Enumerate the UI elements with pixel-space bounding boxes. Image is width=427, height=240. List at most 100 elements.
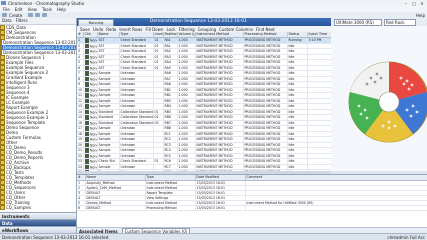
checkbox-icon[interactable] bbox=[84, 164, 89, 169]
table-cell[interactable]: None bbox=[83, 131, 98, 137]
table-cell[interactable]: None bbox=[83, 103, 98, 110]
tab-data[interactable]: Data bbox=[0, 18, 14, 24]
table-cell[interactable]: None bbox=[83, 120, 98, 126]
checkbox-icon[interactable] bbox=[84, 71, 89, 76]
table-cell[interactable]: Calibration Standard bbox=[119, 109, 154, 115]
table-cell[interactable]: None bbox=[83, 81, 98, 88]
left-pane-tabs: Data Filters bbox=[0, 18, 76, 25]
table-cell[interactable]: None bbox=[83, 98, 98, 104]
column-header[interactable]: Level bbox=[153, 32, 164, 38]
table-cell[interactable]: None bbox=[83, 164, 98, 170]
create-icon[interactable] bbox=[2, 13, 7, 17]
checkbox-icon[interactable] bbox=[84, 65, 89, 70]
user-status: chmadmin Full Acc bbox=[387, 234, 425, 240]
checkbox-icon[interactable] bbox=[84, 98, 89, 103]
menu-help[interactable]: Help bbox=[57, 7, 66, 12]
table-cell[interactable]: None bbox=[83, 48, 98, 55]
checkbox-icon[interactable] bbox=[84, 49, 89, 54]
sequence-title: Demonstration Sequence 13-03-2013 16-01 bbox=[150, 19, 247, 24]
checkbox-icon[interactable] bbox=[84, 43, 89, 48]
table-cell[interactable]: None bbox=[83, 147, 98, 154]
table-cell[interactable]: None bbox=[83, 136, 98, 143]
table-cell[interactable]: None bbox=[83, 65, 98, 71]
toolbar-grouping-button[interactable]: Grouping bbox=[198, 27, 216, 32]
menu-tools[interactable]: Tools bbox=[42, 7, 52, 12]
checkbox-icon[interactable] bbox=[84, 38, 89, 43]
status-text: Demonstration Sequence 13-03-2013 16-01 … bbox=[2, 234, 109, 240]
table-cell: 13/03/2013 16:01 bbox=[195, 205, 246, 211]
tree-item-label: CQ_Samples bbox=[6, 205, 32, 210]
checkbox-icon[interactable] bbox=[84, 104, 89, 109]
table-cell[interactable]: None bbox=[83, 142, 98, 148]
folder-icon bbox=[0, 205, 5, 210]
save-icon[interactable] bbox=[35, 13, 41, 17]
rack-combo[interactable]: Red Rack bbox=[384, 18, 416, 26]
autosampler-panel bbox=[331, 26, 427, 171]
table-cell[interactable]: None bbox=[83, 87, 98, 93]
table-cell[interactable]: None bbox=[83, 153, 98, 159]
toolbar-fill-down-button[interactable]: Fill Down bbox=[145, 27, 163, 32]
menu-file[interactable]: File bbox=[3, 7, 10, 12]
table-cell[interactable]: None bbox=[83, 158, 98, 165]
checkbox-icon[interactable] bbox=[84, 142, 89, 147]
toolbar-save-button[interactable]: Save bbox=[80, 27, 90, 32]
nav-data[interactable]: Data bbox=[0, 219, 76, 226]
autosampler-tray-graphic bbox=[348, 61, 427, 143]
table-cell[interactable]: None bbox=[83, 70, 98, 77]
help-label: Help bbox=[415, 12, 425, 18]
checkbox-icon[interactable] bbox=[84, 153, 89, 158]
table-cell[interactable]: None bbox=[83, 92, 98, 99]
column-header[interactable]: Position bbox=[163, 32, 178, 38]
associated-items-panel: # Name Type Date Modified Comment 1 Acquisity… bbox=[77, 174, 427, 234]
open-icon[interactable] bbox=[28, 13, 34, 17]
right-panel-header: UltiMate 3000 (RS) Red Rack bbox=[331, 18, 427, 26]
checkbox-icon[interactable] bbox=[84, 60, 89, 65]
list-item[interactable]: 6 DEFAULT Processing Method 13/03/2013 16:0… bbox=[77, 205, 427, 211]
checkbox-icon[interactable] bbox=[84, 120, 89, 125]
checkbox-icon[interactable] bbox=[84, 115, 89, 120]
toolbar-find-next-button[interactable]: Find Next bbox=[256, 27, 275, 32]
table-cell[interactable]: None bbox=[83, 76, 98, 82]
checkbox-icon[interactable] bbox=[84, 126, 89, 131]
tab-filters[interactable]: Filters bbox=[14, 18, 30, 24]
checkbox-icon[interactable] bbox=[84, 109, 89, 114]
table-cell[interactable]: None bbox=[83, 54, 98, 60]
checkbox-icon[interactable] bbox=[84, 159, 89, 164]
checkbox-icon[interactable] bbox=[84, 54, 89, 59]
table-cell[interactable]: None bbox=[83, 114, 98, 121]
checkbox-icon[interactable] bbox=[84, 82, 89, 87]
menu-view[interactable]: View bbox=[27, 7, 37, 12]
checkbox-icon[interactable] bbox=[84, 137, 89, 142]
table-cell[interactable]: Calibration Standard bbox=[119, 120, 154, 126]
table-cell[interactable]: None bbox=[83, 43, 98, 49]
table-cell[interactable]: None bbox=[83, 109, 98, 115]
table-cell[interactable]: None bbox=[83, 37, 98, 44]
toolbar-insert-rows-button[interactable]: Insert Rows bbox=[119, 27, 142, 32]
checkbox-icon[interactable] bbox=[84, 148, 89, 153]
nav-eworkflows[interactable]: eWorkflows bbox=[0, 226, 76, 233]
checkbox-icon[interactable] bbox=[84, 131, 89, 136]
checkbox-icon[interactable] bbox=[84, 76, 89, 81]
table-cell[interactable]: None bbox=[83, 59, 98, 66]
toolbar-redo-button[interactable]: Redo bbox=[106, 27, 116, 32]
nav-instruments[interactable]: Instruments bbox=[0, 212, 76, 219]
checkbox-icon[interactable] bbox=[84, 93, 89, 98]
injection-grid: #ChkNameTypeLevelPositionVolume (µL)Inst… bbox=[77, 32, 331, 171]
toolbar-lock-button[interactable]: Lock bbox=[166, 27, 175, 32]
table-cell[interactable]: Calibration Standard bbox=[119, 114, 154, 121]
toolbar-filtering-button[interactable]: Filtering bbox=[179, 27, 195, 32]
toolbar-undo-button[interactable]: Undo bbox=[93, 27, 103, 32]
column-header[interactable]: Volume (µL) bbox=[177, 32, 196, 38]
print-icon[interactable] bbox=[42, 13, 48, 17]
tree-item[interactable]: CQ_Samples bbox=[0, 205, 76, 210]
create-button[interactable]: Create bbox=[9, 13, 22, 18]
table-cell bbox=[245, 205, 427, 211]
toolbar-custom-columns-button[interactable]: Custom Columns bbox=[219, 27, 253, 32]
instrument-combo[interactable]: UltiMate 3000 (RS) bbox=[334, 18, 382, 26]
status-bar: Demonstration Sequence 13-03-2013 16-01 … bbox=[0, 233, 427, 240]
running-status-label: Running bbox=[88, 21, 104, 25]
table-cell[interactable]: None bbox=[83, 125, 98, 132]
menu-edit[interactable]: Edit bbox=[15, 7, 23, 12]
table-cell: 6 bbox=[77, 205, 86, 211]
checkbox-icon[interactable] bbox=[84, 87, 89, 92]
